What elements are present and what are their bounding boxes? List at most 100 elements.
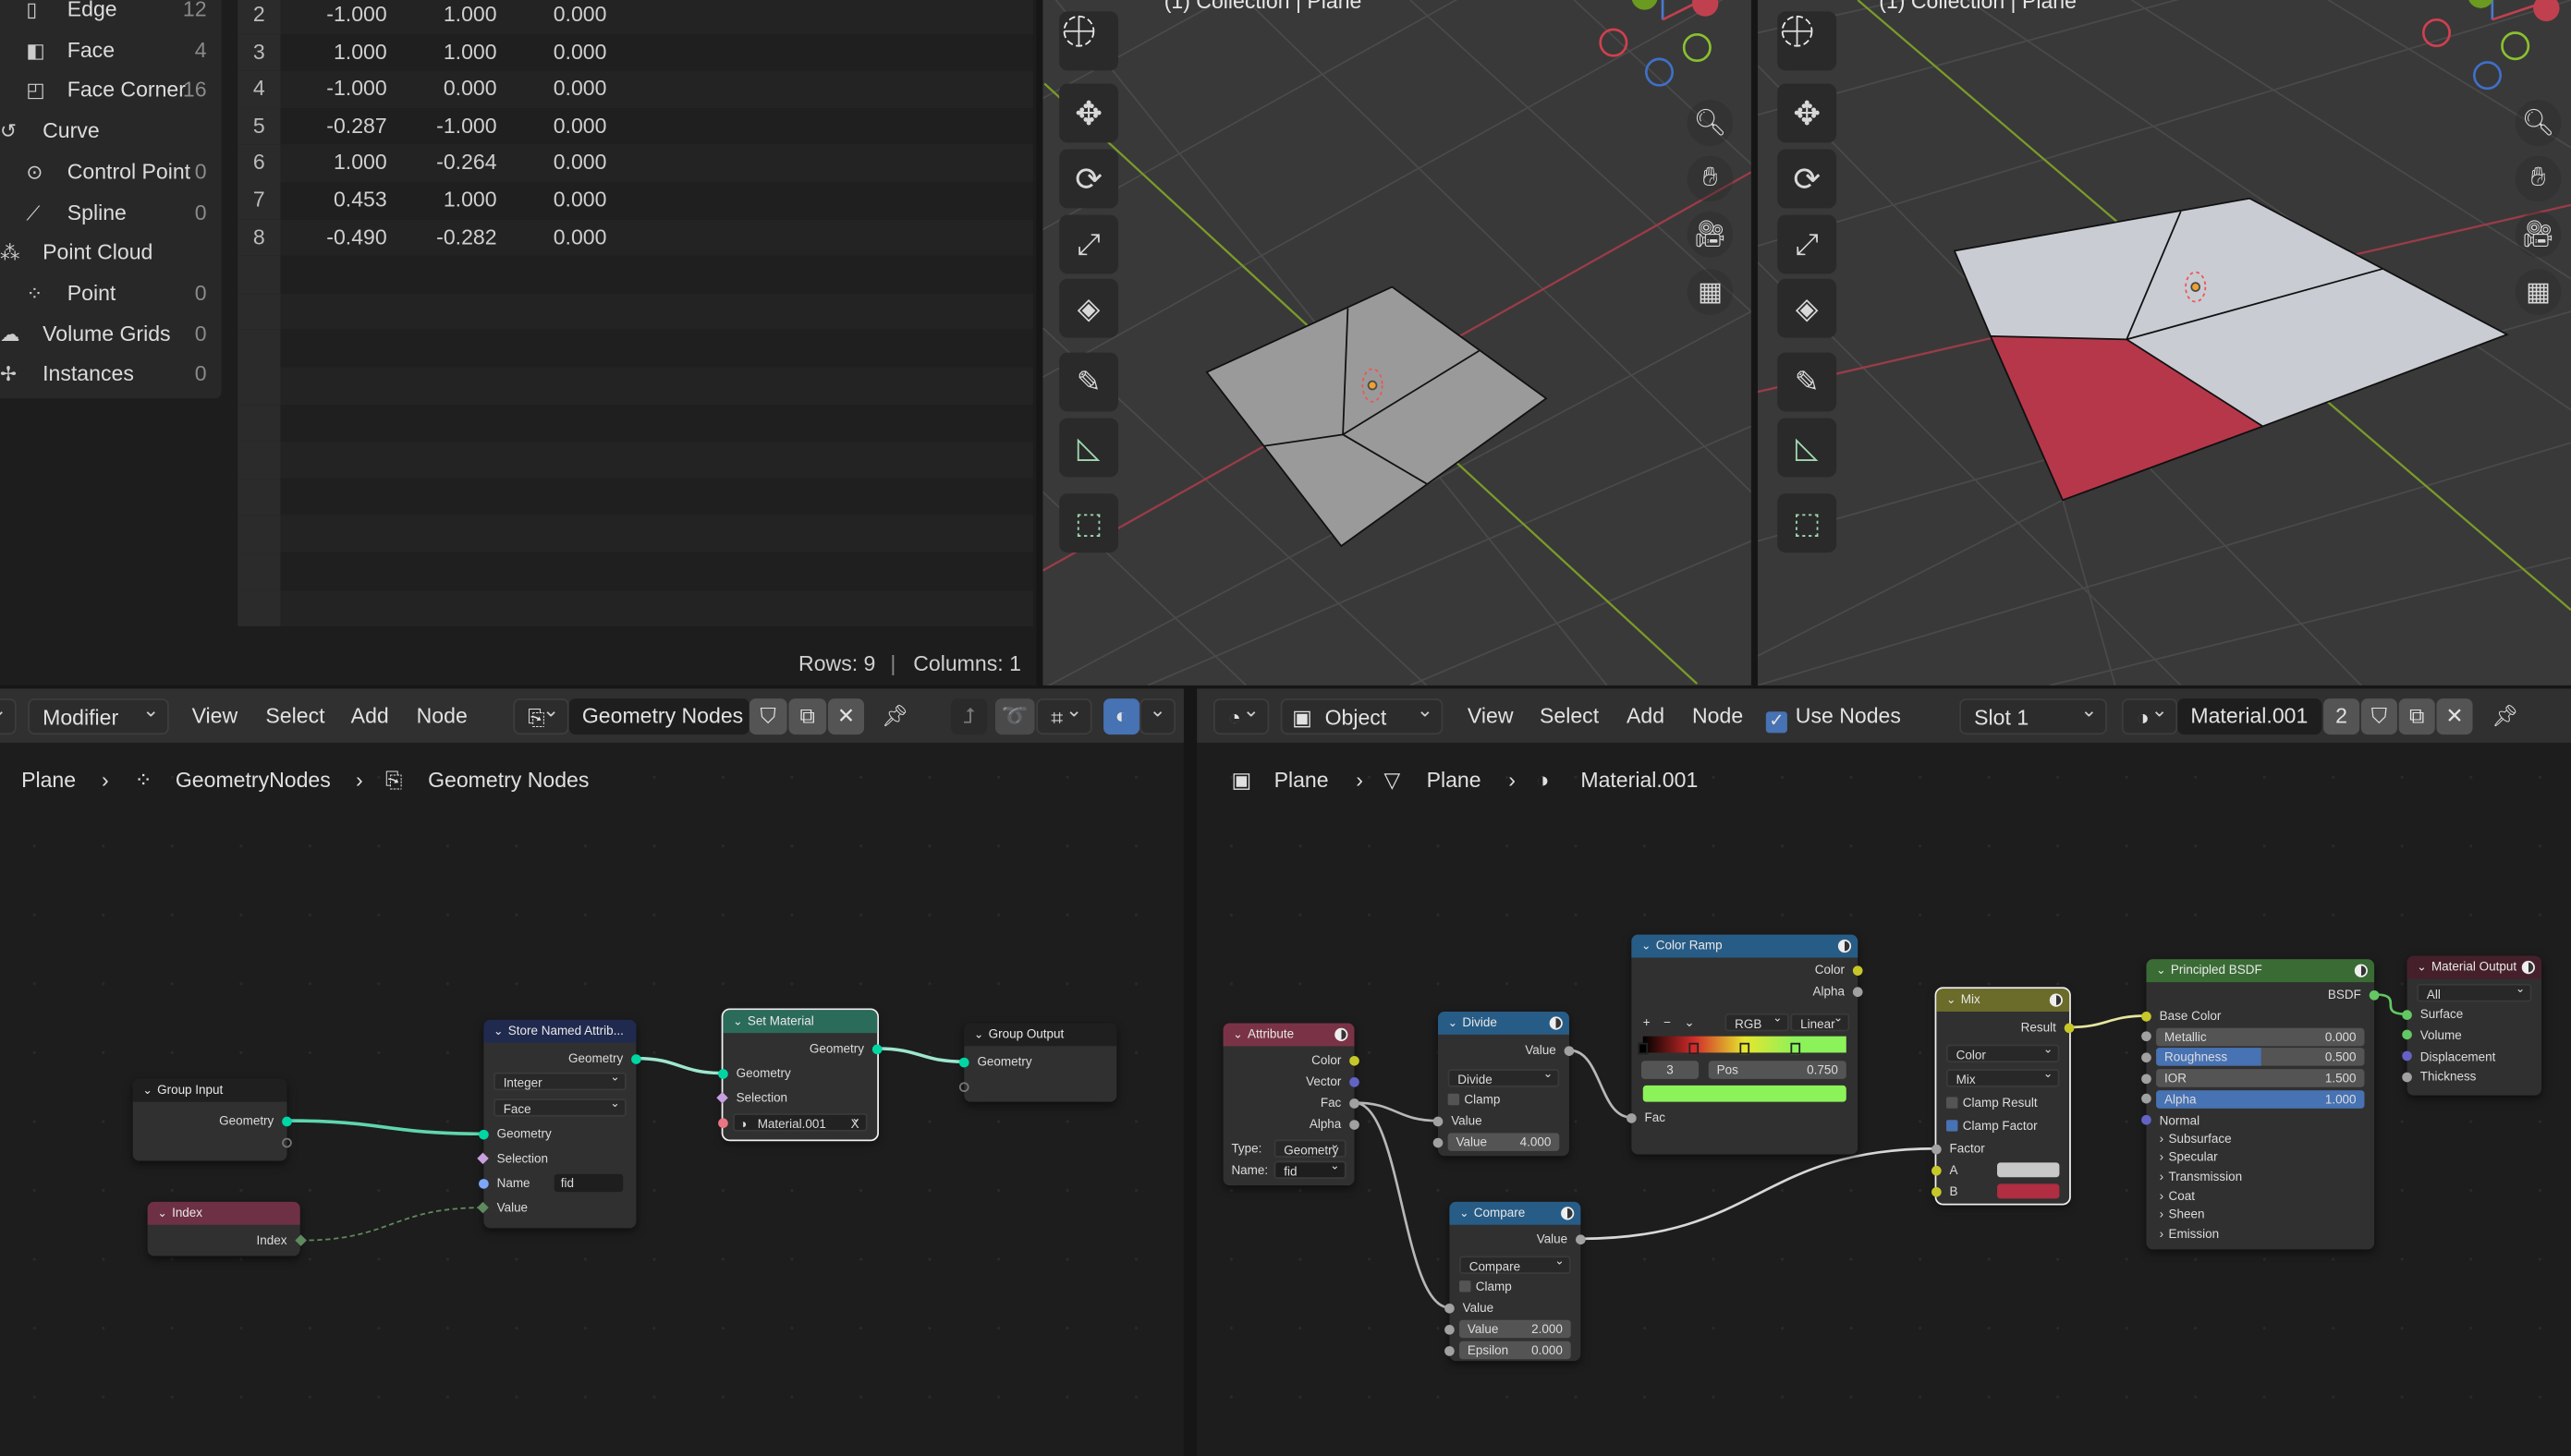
node-color-ramp[interactable]: ⌄Color Ramp Color Alpha + − ⌄ RGB Linear…	[1627, 934, 1863, 1155]
node-mix[interactable]: ⌄Mix Result Color Mix Clamp Result Clamp…	[1931, 987, 2075, 1206]
alpha-output-socket[interactable]	[1349, 1119, 1359, 1129]
data-type-dropdown[interactable]: Color	[1946, 1041, 2060, 1063]
fake-user-button[interactable]: ⛉	[2360, 698, 2397, 735]
extend-socket[interactable]	[958, 1081, 969, 1092]
transform-tool[interactable]: ◈	[1059, 278, 1119, 338]
domain-item[interactable]: ↺ Curve	[0, 115, 207, 147]
duplicate-button[interactable]: ⧉	[788, 698, 827, 735]
menu-view[interactable]: View	[185, 698, 244, 734]
cursor-tool[interactable]	[1059, 11, 1119, 71]
duplicate-button[interactable]: ⧉	[2398, 698, 2435, 735]
menu-node[interactable]: Node	[410, 698, 474, 734]
annotate-tool[interactable]: ✎	[1777, 352, 1837, 412]
clamp-factor-checkbox[interactable]	[1946, 1120, 1958, 1132]
breadcrumb-item[interactable]: Material.001	[1580, 764, 1698, 796]
preview-icon[interactable]	[1334, 1027, 1348, 1041]
base-color-input-socket[interactable]	[2141, 1011, 2151, 1021]
overlay-toggle[interactable]: ◐	[1103, 698, 1140, 735]
material-name-field[interactable]: Material.001	[2177, 698, 2322, 735]
breadcrumb-item[interactable]: Plane	[1427, 764, 1481, 796]
material-browse[interactable]: ◑	[2121, 692, 2178, 735]
node-header[interactable]: ⌄ Mix	[1936, 989, 2070, 1013]
fac-output-socket[interactable]	[1349, 1098, 1359, 1108]
blend-mode-dropdown[interactable]: Mix	[1946, 1066, 2060, 1087]
breadcrumb-item[interactable]: Plane	[1274, 764, 1329, 796]
preview-icon[interactable]	[2049, 993, 2063, 1007]
menu-select[interactable]: Select	[1533, 698, 1605, 734]
node-header[interactable]: ⌄ Principled BSDF	[2146, 959, 2375, 983]
node-header[interactable]: ⌄ Compare	[1449, 1201, 1581, 1225]
add-stop-button[interactable]: +	[1643, 1015, 1651, 1030]
node-tree-name-field[interactable]: Geometry Nodes	[568, 698, 749, 735]
clamp-checkbox[interactable]	[1447, 1093, 1460, 1106]
material-input-socket[interactable]	[718, 1117, 728, 1128]
fake-user-button[interactable]: ⛉	[749, 698, 787, 735]
unlink-button[interactable]: ✕	[2436, 698, 2473, 735]
a-color-swatch[interactable]	[1997, 1162, 2060, 1178]
cursor-tool[interactable]	[1777, 11, 1837, 71]
preview-icon[interactable]	[1837, 939, 1852, 953]
node-store-named-attribute[interactable]: ⌄ Store Named Attrib... Geometry Integer …	[477, 1019, 641, 1229]
clear-material-button[interactable]: X	[851, 1115, 859, 1134]
stop-position-field[interactable]: Pos 0.750	[1708, 1061, 1846, 1079]
name-field[interactable]: fid	[554, 1173, 624, 1193]
name-field[interactable]: fid	[1273, 1158, 1346, 1180]
node-material-output[interactable]: ⌄Material Output All Surface Volume Disp…	[2402, 955, 2542, 1096]
geometry-output-socket[interactable]	[631, 1053, 641, 1063]
panel-toggle[interactable]: › Subsurface	[2146, 1129, 2374, 1148]
metallic-input-socket[interactable]	[2141, 1031, 2151, 1041]
node-header[interactable]: ⌄ Store Named Attrib...	[483, 1019, 637, 1043]
menu-select[interactable]: Select	[259, 698, 331, 734]
ior-input-socket[interactable]	[2141, 1073, 2151, 1084]
ior-field[interactable]: IOR 1.500	[2156, 1069, 2365, 1087]
stop-color-swatch[interactable]	[1642, 1085, 1846, 1102]
pin-button[interactable]: 📌︎	[2489, 698, 2521, 734]
color-mode-dropdown[interactable]: RGB	[1724, 1010, 1789, 1032]
clamp-checkbox[interactable]	[1459, 1280, 1471, 1292]
fac-input-socket[interactable]	[1627, 1112, 1637, 1122]
active-stop-index[interactable]: 3	[1641, 1061, 1700, 1079]
node-group-input[interactable]: ⌄ Group Input Geometry	[132, 1078, 292, 1161]
preview-icon[interactable]	[1549, 1016, 1563, 1030]
measure-tool[interactable]: ◺	[1777, 418, 1837, 478]
domain-item[interactable]: ⟋ Spline 0	[26, 196, 206, 228]
add-cube-tool[interactable]: ⬚	[1777, 493, 1837, 553]
selection-input-socket[interactable]	[477, 1152, 489, 1165]
b-input-socket[interactable]	[1931, 1186, 1942, 1196]
roughness-input-socket[interactable]	[2141, 1052, 2151, 1062]
node-group-output[interactable]: ⌄ Group Output Geometry	[958, 1023, 1117, 1102]
epsilon-field[interactable]: Epsilon 0.000	[1459, 1341, 1571, 1360]
value-field[interactable]: Value 2.000	[1459, 1319, 1571, 1339]
geometry-output-socket[interactable]	[282, 1115, 292, 1126]
breadcrumb-item[interactable]: GeometryNodes	[176, 764, 331, 796]
shader-type-dropdown[interactable]: ▣ Object	[1280, 692, 1444, 735]
alpha-slider[interactable]: Alpha 1.000	[2156, 1090, 2365, 1109]
node-header[interactable]: ⌄ Index	[147, 1201, 300, 1225]
domain-item[interactable]: ▯ Edge 12	[26, 0, 206, 26]
name-input-socket[interactable]	[479, 1178, 489, 1188]
slot-dropdown[interactable]: Slot 1	[1959, 692, 2107, 735]
metallic-slider[interactable]: Metallic 0.000	[2156, 1026, 2365, 1046]
preview-icon[interactable]	[1561, 1207, 1575, 1220]
node-header[interactable]: ⌄ Color Ramp	[1631, 934, 1858, 958]
value-input-socket[interactable]	[1432, 1115, 1444, 1126]
node-header[interactable]: ⌄ Attribute	[1223, 1023, 1355, 1047]
color-stop-marker[interactable]	[1638, 1042, 1649, 1055]
value-output-socket[interactable]	[1564, 1045, 1575, 1056]
domain-item[interactable]: ⊙ Control Point 0	[26, 155, 206, 188]
epsilon-input-socket[interactable]	[1444, 1345, 1455, 1355]
editor-type-dropdown[interactable]	[0, 692, 17, 735]
data-type-dropdown[interactable]: Integer	[493, 1069, 627, 1091]
menu-add[interactable]: Add	[1620, 698, 1671, 734]
domain-item[interactable]: ⁘ Point 0	[26, 277, 206, 309]
target-dropdown[interactable]: All	[2417, 980, 2532, 1002]
material-selector[interactable]: ◑ Material.001 X	[733, 1110, 868, 1134]
move-tool[interactable]: ✥	[1777, 83, 1837, 143]
parent-node-tree-button[interactable]: ⮥	[951, 698, 988, 735]
geometry-output-socket[interactable]	[871, 1043, 883, 1054]
node-set-material[interactable]: ⌄ Set Material Geometry Geometry Selectio…	[716, 1008, 883, 1142]
navigation-gizmo[interactable]	[1584, 0, 1748, 98]
color-output-socket[interactable]	[1852, 965, 1863, 976]
node-header[interactable]: ⌄ Set Material	[723, 1010, 878, 1034]
node-compare[interactable]: ⌄Compare Value Compare Clamp Value Value…	[1444, 1201, 1586, 1362]
